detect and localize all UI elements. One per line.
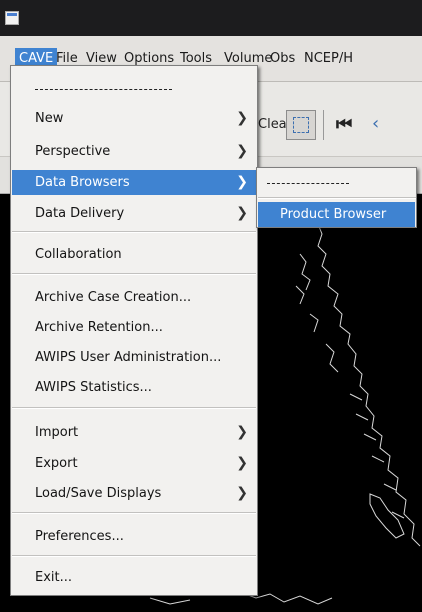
submenu-tearoff[interactable] <box>267 183 349 184</box>
menu-item-awips-user-administration[interactable]: AWIPS User Administration... <box>12 345 256 370</box>
chevron-right-icon: ❯ <box>236 143 248 159</box>
window-title-bar <box>0 0 422 36</box>
menu-item-exit[interactable]: Exit... <box>12 565 256 590</box>
menu-separator <box>258 197 416 199</box>
menu-item-archive-retention[interactable]: Archive Retention... <box>12 315 256 340</box>
islands-north <box>295 253 339 373</box>
chevron-right-icon: ❯ <box>236 485 248 501</box>
chevron-right-icon: ❯ <box>236 174 248 190</box>
menu-tearoff[interactable] <box>35 89 172 90</box>
inlet-lines <box>349 393 405 519</box>
menu-item-data-browsers[interactable]: Data Browsers ❯ <box>12 170 256 195</box>
chevron-right-icon: ❯ <box>236 110 248 126</box>
menu-separator <box>12 407 256 409</box>
menu-item-data-delivery[interactable]: Data Delivery ❯ <box>12 201 256 226</box>
menu-item-product-browser[interactable]: Product Browser <box>258 202 415 227</box>
menu-item-new[interactable]: New ❯ <box>12 106 256 131</box>
data-browsers-submenu: Product Browser <box>256 167 417 228</box>
menu-item-preferences[interactable]: Preferences... <box>12 524 256 549</box>
menu-separator <box>12 273 256 275</box>
window-menu-icon[interactable] <box>5 11 19 25</box>
menu-item-import[interactable]: Import ❯ <box>12 420 256 445</box>
menu-item-archive-case-creation[interactable]: Archive Case Creation... <box>12 285 256 310</box>
menu-item-export[interactable]: Export ❯ <box>12 451 256 476</box>
toolbar-separator <box>323 110 324 140</box>
previous-frame-icon[interactable]: ‹ <box>372 112 379 136</box>
fit-to-screen-button[interactable] <box>286 110 316 140</box>
menu-item-awips-statistics[interactable]: AWIPS Statistics... <box>12 375 256 400</box>
menu-separator <box>12 512 256 514</box>
menu-obs[interactable]: Obs <box>266 48 299 70</box>
menu-separator <box>12 231 256 233</box>
chevron-right-icon: ❯ <box>236 205 248 221</box>
cave-menu: New ❯ Perspective ❯ Data Browsers ❯ Data De… <box>10 65 258 596</box>
fit-screen-icon <box>293 117 309 133</box>
first-frame-icon[interactable]: ⏮ <box>336 113 352 137</box>
menu-ncep[interactable]: NCEP/H <box>300 48 357 70</box>
chevron-right-icon: ❯ <box>236 424 248 440</box>
menu-item-collaboration[interactable]: Collaboration <box>12 242 256 267</box>
menu-separator <box>12 555 256 557</box>
chevron-right-icon: ❯ <box>236 455 248 471</box>
menu-item-load-save-displays[interactable]: Load/Save Displays ❯ <box>12 481 256 506</box>
menu-item-perspective[interactable]: Perspective ❯ <box>12 139 256 164</box>
coastline-north <box>317 223 421 547</box>
